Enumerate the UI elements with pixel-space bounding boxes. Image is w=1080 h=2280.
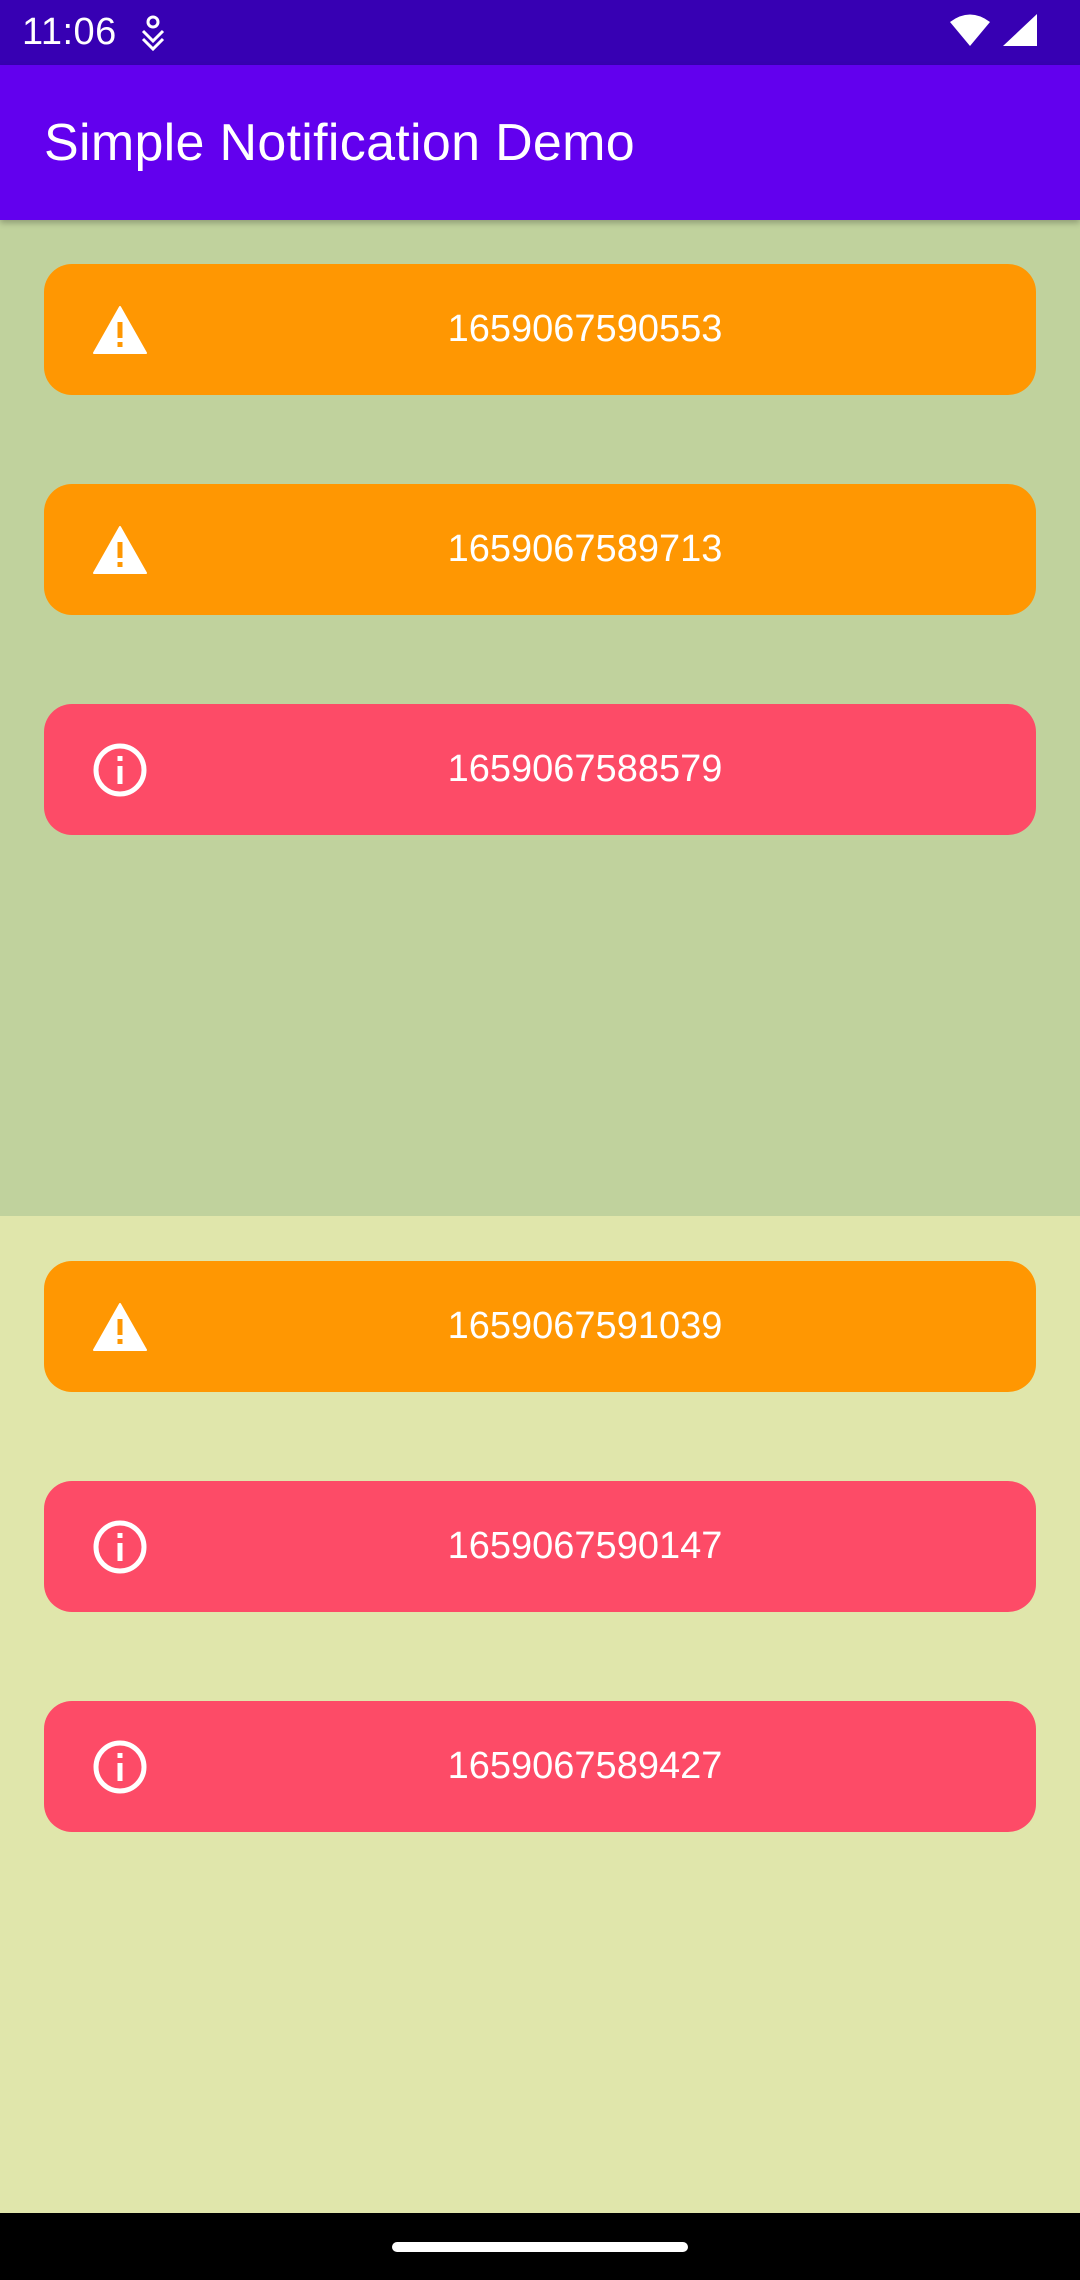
app-title: Simple Notification Demo — [44, 113, 635, 172]
notification-text: 1659067589713 — [447, 528, 723, 570]
notification-card[interactable]: 1659067590147 — [44, 1481, 1036, 1612]
notification-text: 1659067588579 — [447, 748, 723, 790]
status-bar: 11:06 — [0, 0, 1080, 65]
notification-panel-top: 1659067590553 1659067589713 165906758857… — [0, 220, 1080, 1216]
notification-text: 1659067589427 — [447, 1745, 723, 1787]
notification-card[interactable]: 1659067589713 — [44, 484, 1036, 615]
status-time: 11:06 — [22, 11, 117, 53]
home-gesture-handle[interactable] — [392, 2241, 688, 2252]
wifi-icon — [948, 13, 992, 52]
notification-card[interactable]: 1659067591039 — [44, 1261, 1036, 1392]
notification-icon — [137, 15, 169, 51]
notification-card[interactable]: 1659067589427 — [44, 1701, 1036, 1832]
notification-card[interactable]: 1659067588579 — [44, 704, 1036, 835]
notification-card[interactable]: 1659067590553 — [44, 264, 1036, 395]
notification-panel-bottom: 1659067591039 1659067590147 165906758942… — [0, 1216, 1080, 2213]
app-bar: Simple Notification Demo — [0, 65, 1080, 220]
notification-text: 1659067591039 — [447, 1305, 723, 1347]
navigation-bar — [0, 2213, 1080, 2280]
notification-text: 1659067590147 — [447, 1525, 723, 1567]
notification-text: 1659067590553 — [447, 308, 723, 350]
signal-icon — [1002, 13, 1038, 52]
